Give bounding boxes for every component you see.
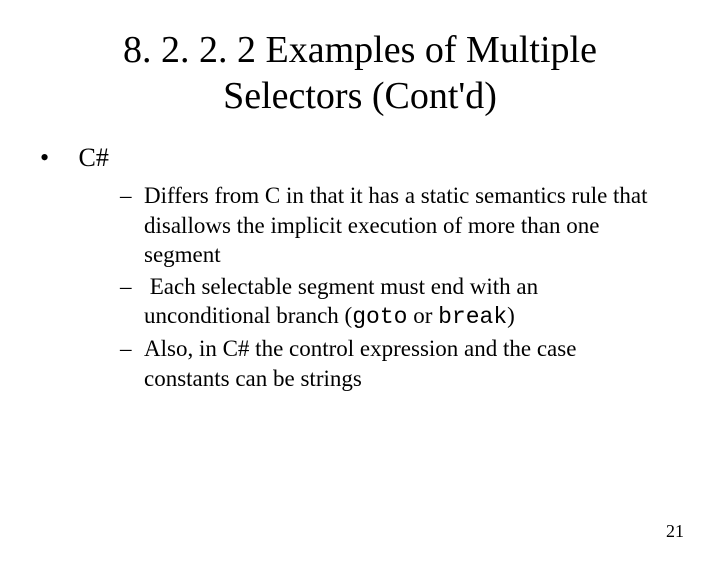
code-break: break — [438, 304, 507, 330]
sub-bullet-3: Also, in C# the control expression and t… — [120, 334, 660, 393]
sub2-text-mid: or — [407, 303, 438, 328]
slide: 8. 2. 2. 2 Examples of Multiple Selector… — [0, 28, 720, 568]
bullet-csharp: C# Differs from C in that it has a stati… — [40, 143, 680, 393]
bullet-list: C# Differs from C in that it has a stati… — [40, 143, 680, 393]
slide-title: 8. 2. 2. 2 Examples of Multiple Selector… — [60, 28, 660, 119]
sub-bullet-1: Differs from C in that it has a static s… — [120, 181, 660, 269]
page-number: 21 — [666, 521, 684, 542]
code-goto: goto — [352, 304, 407, 330]
sub-bullet-list: Differs from C in that it has a static s… — [72, 181, 680, 393]
sub-bullet-2: Each selectable segment must end with an… — [120, 272, 660, 333]
bullet-csharp-label: C# — [79, 143, 109, 172]
title-line-1: 8. 2. 2. 2 Examples of Multiple — [123, 29, 597, 71]
sub2-text-b: ) — [507, 303, 515, 328]
title-line-2: Selectors (Cont'd) — [223, 75, 497, 117]
